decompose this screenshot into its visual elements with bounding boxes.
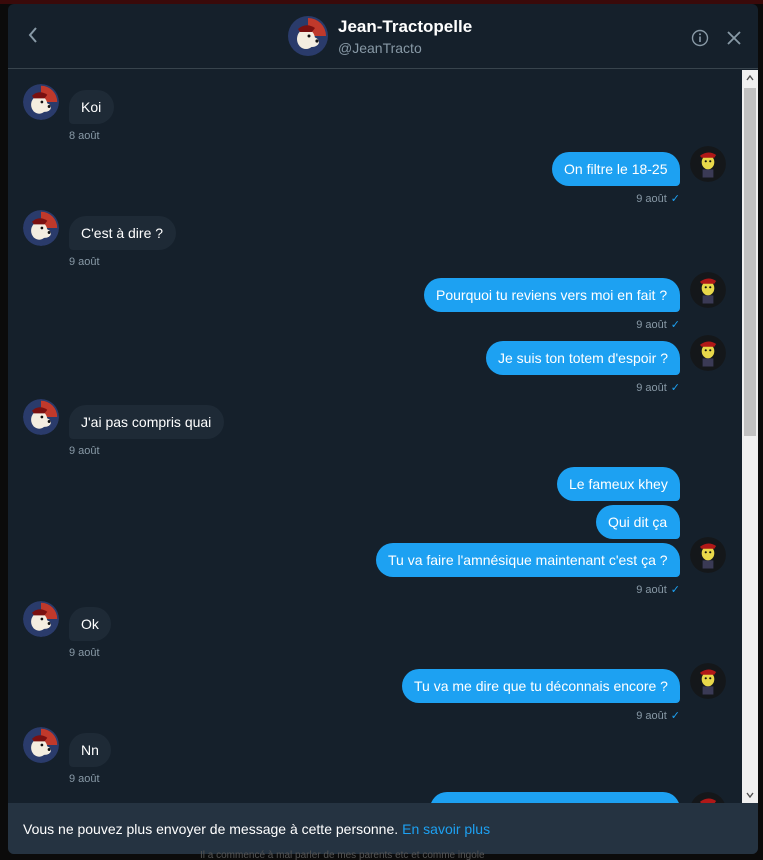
message-timestamp: 9 août ✓ bbox=[636, 710, 680, 722]
outgoing-message[interactable]: On filtre le 18-25 bbox=[552, 152, 680, 186]
info-button[interactable] bbox=[691, 29, 709, 47]
message-timestamp: 9 août bbox=[69, 445, 100, 457]
scroll-down-arrow[interactable] bbox=[742, 787, 758, 803]
outgoing-message[interactable]: Le fameux khey bbox=[557, 467, 680, 501]
message-timestamp: 8 août bbox=[69, 130, 100, 142]
scrollbar[interactable] bbox=[742, 70, 758, 803]
outgoing-message[interactable]: Je suis ton totem d'espoir ? bbox=[486, 341, 680, 375]
incoming-message[interactable]: Nn bbox=[69, 733, 111, 767]
outgoing-message[interactable] bbox=[430, 792, 680, 803]
scroll-up-arrow[interactable] bbox=[742, 70, 758, 86]
read-check-icon: ✓ bbox=[670, 584, 680, 596]
close-button[interactable] bbox=[726, 30, 742, 46]
message-timestamp: 9 août bbox=[69, 773, 100, 785]
arrow-up-icon bbox=[746, 75, 754, 81]
message-timestamp: 9 août ✓ bbox=[636, 382, 680, 394]
close-icon bbox=[727, 31, 741, 45]
read-check-icon: ✓ bbox=[670, 319, 680, 331]
contact-avatar[interactable] bbox=[23, 210, 59, 246]
outgoing-message[interactable]: Tu va me dire que tu déconnais encore ? bbox=[402, 669, 680, 703]
my-avatar[interactable] bbox=[690, 663, 726, 699]
dm-conversation-modal: Jean-Tractopelle @JeanTracto Koi 8 août On… bbox=[8, 4, 758, 854]
contact-avatar[interactable] bbox=[288, 16, 328, 56]
learn-more-link[interactable]: En savoir plus bbox=[402, 821, 490, 837]
read-check-icon: ✓ bbox=[670, 382, 680, 394]
my-avatar[interactable] bbox=[690, 335, 726, 371]
read-check-icon: ✓ bbox=[670, 193, 680, 205]
background-text: Il a commencé à mal parler de mes parent… bbox=[200, 850, 485, 860]
contact-name[interactable]: Jean-Tractopelle bbox=[338, 17, 472, 37]
dog-avatar-icon bbox=[288, 16, 328, 56]
read-check-icon: ✓ bbox=[670, 710, 680, 722]
contact-avatar[interactable] bbox=[23, 727, 59, 763]
back-button[interactable] bbox=[20, 22, 46, 48]
footer-notice: Vous ne pouvez plus envoyer de message à… bbox=[23, 820, 399, 837]
incoming-message[interactable]: Koi bbox=[69, 90, 114, 124]
contact-avatar[interactable] bbox=[23, 601, 59, 637]
contact-avatar[interactable] bbox=[23, 399, 59, 435]
arrow-down-icon bbox=[746, 792, 754, 798]
message-timestamp: 9 août ✓ bbox=[636, 319, 680, 331]
message-timestamp: 9 août ✓ bbox=[636, 193, 680, 205]
message-thread[interactable]: Koi 8 août On filtre le 18-25 9 août ✓ C'est … bbox=[8, 70, 741, 803]
contact-avatar[interactable] bbox=[23, 84, 59, 120]
my-avatar[interactable] bbox=[690, 146, 726, 182]
my-avatar[interactable] bbox=[690, 537, 726, 573]
info-icon bbox=[691, 29, 709, 47]
outgoing-message[interactable]: Tu va faire l'amnésique maintenant c'est… bbox=[376, 543, 680, 577]
conversation-header: Jean-Tractopelle @JeanTracto bbox=[8, 4, 758, 69]
conversation-footer: Vous ne pouvez plus envoyer de message à… bbox=[8, 803, 758, 854]
message-timestamp: 9 août bbox=[69, 256, 100, 268]
contact-handle: @JeanTracto bbox=[338, 40, 422, 56]
outgoing-message[interactable]: Pourquoi tu reviens vers moi en fait ? bbox=[424, 278, 680, 312]
scrollbar-thumb[interactable] bbox=[744, 88, 756, 436]
my-avatar[interactable] bbox=[690, 792, 726, 803]
incoming-message[interactable]: J'ai pas compris quai bbox=[69, 405, 224, 439]
incoming-message[interactable]: Ok bbox=[69, 607, 111, 641]
message-timestamp: 9 août bbox=[69, 647, 100, 659]
outgoing-message[interactable]: Qui dit ça bbox=[596, 505, 680, 539]
my-avatar[interactable] bbox=[690, 272, 726, 308]
message-timestamp: 9 août ✓ bbox=[636, 584, 680, 596]
chevron-left-icon bbox=[28, 27, 37, 43]
incoming-message[interactable]: C'est à dire ? bbox=[69, 216, 176, 250]
